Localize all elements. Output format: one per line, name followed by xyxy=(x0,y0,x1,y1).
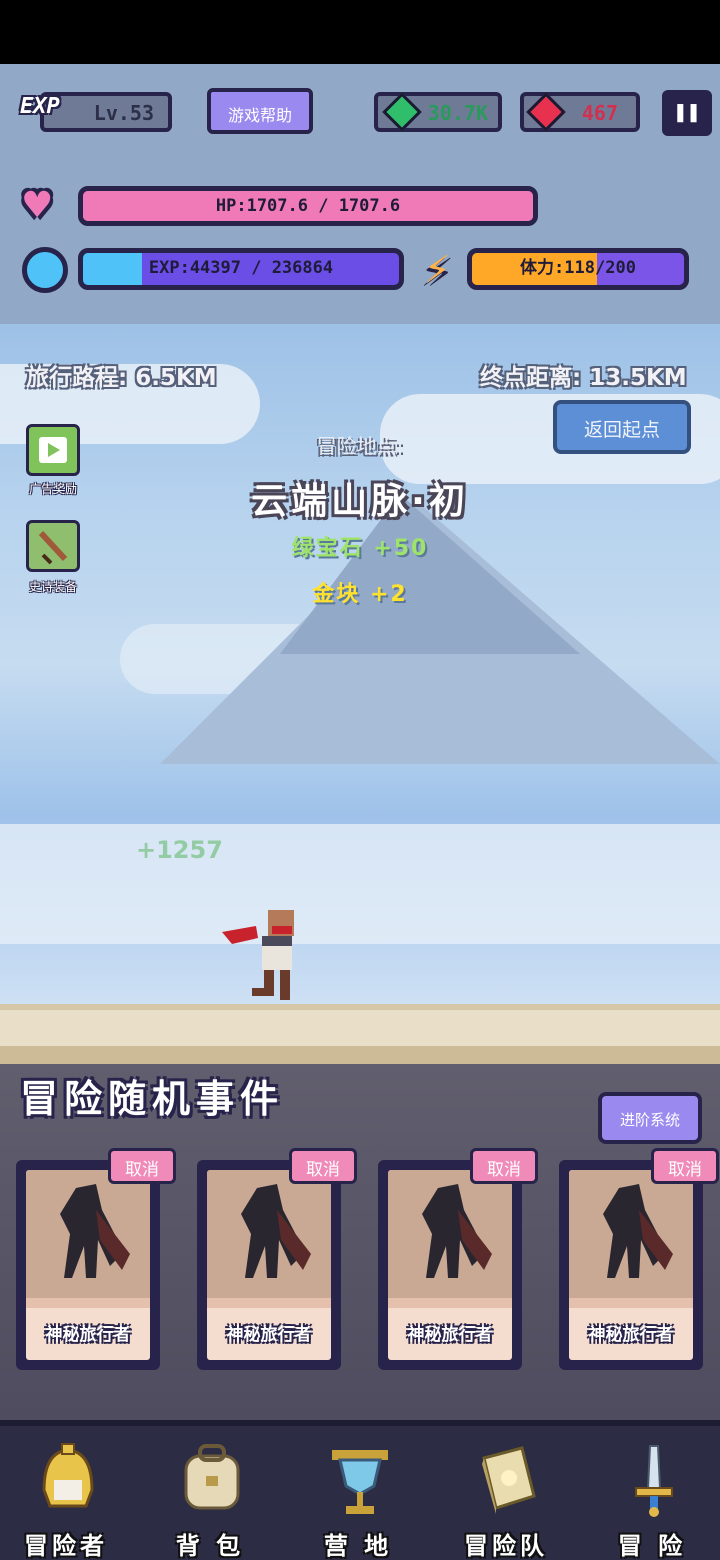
event-card-art xyxy=(569,1170,693,1298)
ruby-icon xyxy=(526,92,566,132)
reward-emerald: 绿宝石 +50 xyxy=(291,536,429,561)
event-card-name: 神秘旅行者 xyxy=(588,1325,674,1345)
status-bar xyxy=(0,0,720,64)
card-divider xyxy=(388,1298,512,1308)
mysterious-traveler-icon xyxy=(603,1184,673,1278)
event-card-name: 神秘旅行者 xyxy=(45,1325,131,1345)
hp-bar: HP:1707.6 / 1707.6 xyxy=(78,186,538,226)
cancel-button[interactable]: 取消 xyxy=(289,1148,357,1184)
sword-icon xyxy=(38,530,68,565)
event-card[interactable]: 神秘旅行者 xyxy=(197,1160,341,1370)
emerald-icon xyxy=(382,92,422,132)
epic-equipment-label: 史诗装备 xyxy=(28,580,77,594)
game-scene: Lv.53 EXP 游戏帮助 30.7K 467 ❚❚ ♥ HP:1707.6 … xyxy=(0,64,720,1064)
event-card-name: 神秘旅行者 xyxy=(407,1325,493,1345)
location-name: 云端山脉·初 xyxy=(251,481,469,522)
card-divider xyxy=(207,1298,331,1308)
hero-character xyxy=(222,910,294,1000)
card-divider xyxy=(569,1298,693,1308)
event-card[interactable]: 神秘旅行者 xyxy=(559,1160,703,1370)
mysterious-traveler-icon xyxy=(422,1184,492,1278)
event-card-art xyxy=(26,1170,150,1298)
event-card-name: 神秘旅行者 xyxy=(226,1325,312,1345)
ad-reward-label: 广告奖励 xyxy=(28,482,77,496)
exp-badge: EXP xyxy=(20,94,60,119)
game-help-button[interactable]: 游戏帮助 xyxy=(207,88,313,134)
cancel-button[interactable]: 取消 xyxy=(470,1148,538,1184)
helmet-icon xyxy=(42,1443,94,1508)
ground xyxy=(0,1004,720,1064)
nav-adventure-label: 冒 险 xyxy=(617,1532,687,1560)
event-card-body: 神秘旅行者 xyxy=(26,1170,150,1360)
exp-text: EXP:44397 / 236864 xyxy=(148,258,334,278)
lightning-icon: ⚡ xyxy=(424,243,451,294)
emerald-count: 30.7K xyxy=(427,101,488,125)
bottom-nav: 冒险者 背 包 营 地 冒险队 冒 险 xyxy=(0,1420,720,1560)
event-card[interactable]: 神秘旅行者 xyxy=(378,1160,522,1370)
events-title: 冒险随机事件 xyxy=(20,1077,285,1121)
play-icon xyxy=(39,437,67,463)
epic-equipment-button[interactable] xyxy=(26,520,80,572)
event-card[interactable]: 神秘旅行者 xyxy=(16,1160,160,1370)
nav-backpack[interactable]: 背 包 xyxy=(150,1442,270,1560)
pause-button[interactable]: ❚❚ xyxy=(662,90,712,136)
adventure-location-label: 冒险地点: xyxy=(316,434,404,458)
event-card-body: 神秘旅行者 xyxy=(569,1170,693,1360)
nav-adventure[interactable]: 冒 险 xyxy=(592,1442,712,1560)
event-card-body: 神秘旅行者 xyxy=(207,1170,331,1360)
pause-icon: ❚❚ xyxy=(673,100,701,125)
nav-team[interactable]: 冒险队 xyxy=(446,1442,566,1560)
camp-banner-icon xyxy=(332,1450,388,1514)
floating-gain-text: +1257 xyxy=(136,836,223,864)
advancement-system-button[interactable]: 进阶系统 xyxy=(598,1092,702,1144)
hp-text: HP:1707.6 / 1707.6 xyxy=(215,196,401,216)
level-text: Lv.53 xyxy=(93,101,154,125)
cloud-bank xyxy=(0,824,720,944)
event-card-art xyxy=(207,1170,331,1298)
event-card-art xyxy=(388,1170,512,1298)
mysterious-traveler-icon xyxy=(60,1184,130,1278)
emerald-counter: 30.7K xyxy=(374,92,502,132)
cancel-button[interactable]: 取消 xyxy=(651,1148,719,1184)
book-icon xyxy=(482,1446,536,1514)
ad-reward-button[interactable] xyxy=(26,424,80,476)
exp-bar: EXP:44397 / 236864 xyxy=(78,248,404,290)
stamina-text: 体力:118/200 xyxy=(520,258,636,278)
return-to-start-button[interactable]: 返回起点 xyxy=(553,400,691,454)
exp-orb-icon xyxy=(22,247,68,293)
random-events-panel: 冒险随机事件 进阶系统 神秘旅行者 取消 神秘旅行者 取消 神秘旅行者 取消 神… xyxy=(0,1064,720,1420)
nav-camp[interactable]: 营 地 xyxy=(298,1442,418,1560)
ruby-counter: 467 xyxy=(520,92,640,132)
distance-remaining: 终点距离: 13.5KM xyxy=(480,365,687,391)
mysterious-traveler-icon xyxy=(241,1184,311,1278)
backpack-icon xyxy=(184,1444,240,1510)
sword-icon xyxy=(635,1445,673,1517)
nav-camp-label: 营 地 xyxy=(323,1532,393,1560)
heart-icon: ♥ xyxy=(24,180,51,231)
nav-backpack-label: 背 包 xyxy=(175,1532,245,1560)
reward-gold: 金块 +2 xyxy=(312,582,408,607)
card-divider xyxy=(26,1298,150,1308)
event-card-body: 神秘旅行者 xyxy=(388,1170,512,1360)
stamina-bar: 体力:118/200 xyxy=(467,248,689,290)
distance-traveled: 旅行路程: 6.5KM xyxy=(26,365,217,391)
cancel-button[interactable]: 取消 xyxy=(108,1148,176,1184)
nav-team-label: 冒险队 xyxy=(464,1532,548,1560)
ruby-count: 467 xyxy=(581,101,618,125)
nav-adventurer[interactable]: 冒险者 xyxy=(6,1442,126,1560)
nav-adventurer-label: 冒险者 xyxy=(24,1532,108,1560)
